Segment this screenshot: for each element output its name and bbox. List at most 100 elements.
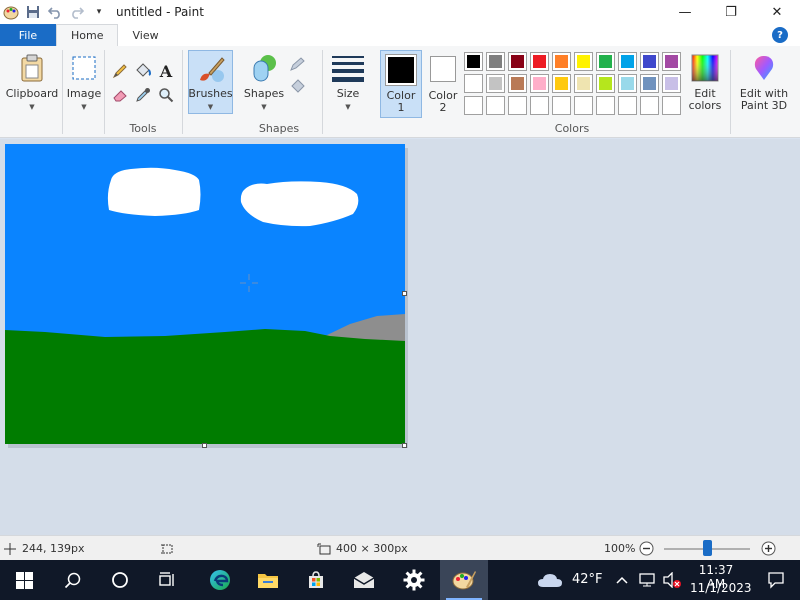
- zoom-level: 100%: [604, 542, 636, 555]
- palette-swatch-color: [555, 99, 568, 112]
- minimize-button[interactable]: —: [662, 0, 708, 24]
- settings-button[interactable]: [390, 560, 438, 600]
- edit-colors-button[interactable]: Edit colors: [684, 54, 726, 118]
- zoom-out-icon: [639, 541, 654, 556]
- zoom-in-button[interactable]: [761, 536, 776, 561]
- palette-swatch-color: [665, 55, 678, 68]
- close-button[interactable]: ✕: [754, 0, 800, 24]
- folder-icon: [258, 574, 278, 588]
- palette-swatch[interactable]: [596, 96, 615, 115]
- shape-fill-icon[interactable]: [288, 76, 308, 96]
- palette-swatch-color: [577, 55, 590, 68]
- palette-swatch[interactable]: [486, 96, 505, 115]
- pencil-icon[interactable]: [110, 61, 130, 81]
- palette-swatch[interactable]: [530, 74, 549, 93]
- resize-handle-bottom[interactable]: [202, 443, 207, 448]
- help-icon[interactable]: ?: [772, 27, 788, 43]
- edit-colors-line2: colors: [688, 99, 722, 112]
- cortana-button[interactable]: [96, 560, 144, 600]
- save-icon[interactable]: [22, 0, 44, 24]
- start-button[interactable]: [0, 560, 48, 600]
- zoom-slider-thumb[interactable]: [703, 540, 712, 556]
- task-view-button[interactable]: [144, 560, 192, 600]
- shapes-button[interactable]: Shapes ▼: [242, 52, 286, 116]
- outline-icon[interactable]: [288, 54, 308, 74]
- palette-swatch[interactable]: [464, 52, 483, 71]
- size-button[interactable]: Size ▼: [328, 52, 368, 116]
- maximize-button[interactable]: ❐: [708, 0, 754, 24]
- paint-app-icon[interactable]: [0, 0, 22, 24]
- palette-swatch[interactable]: [618, 74, 637, 93]
- palette-swatch-color: [467, 55, 480, 68]
- palette-swatch[interactable]: [662, 96, 681, 115]
- brushes-button[interactable]: Brushes ▼: [188, 50, 233, 114]
- redo-icon[interactable]: [66, 0, 88, 24]
- clock-date[interactable]: 11/1/2023: [690, 581, 752, 595]
- color1-button[interactable]: Color 1: [380, 50, 422, 118]
- resize-handle-right[interactable]: [402, 291, 407, 296]
- palette-swatch-color: [643, 77, 656, 90]
- palette-swatch[interactable]: [508, 96, 527, 115]
- tab-home[interactable]: Home: [56, 24, 119, 46]
- line-size-icon: [332, 52, 364, 84]
- action-center-button[interactable]: [752, 560, 800, 600]
- clipboard-button[interactable]: Clipboard ▼: [4, 52, 60, 136]
- fill-bucket-icon[interactable]: [133, 61, 153, 81]
- volume-button[interactable]: [660, 560, 684, 600]
- palette-swatch[interactable]: [640, 74, 659, 93]
- palette-swatch[interactable]: [618, 96, 637, 115]
- palette-swatch[interactable]: [618, 52, 637, 71]
- separator: [730, 50, 731, 134]
- color2-swatch-frame: [430, 56, 456, 82]
- search-button[interactable]: [48, 560, 96, 600]
- tab-file[interactable]: File: [0, 24, 56, 46]
- zoom-out-button[interactable]: [639, 536, 654, 561]
- palette-swatch[interactable]: [596, 74, 615, 93]
- edge-browser-button[interactable]: [196, 560, 244, 600]
- text-tool-icon[interactable]: A: [156, 61, 176, 81]
- palette-swatch-color: [489, 99, 502, 112]
- chevron-up-icon: [616, 576, 628, 584]
- palette-swatch[interactable]: [574, 96, 593, 115]
- weather-button[interactable]: [533, 560, 567, 600]
- palette-swatch[interactable]: [530, 96, 549, 115]
- tab-view[interactable]: View: [118, 24, 172, 46]
- color-picker-icon[interactable]: [133, 85, 153, 105]
- network-button[interactable]: [636, 560, 658, 600]
- palette-swatch[interactable]: [662, 52, 681, 71]
- resize-handle-corner[interactable]: [402, 443, 407, 448]
- palette-swatch[interactable]: [640, 52, 659, 71]
- edit-with-paint3d-button[interactable]: Edit with Paint 3D: [734, 54, 794, 118]
- palette-swatch[interactable]: [552, 52, 571, 71]
- color1-swatch-frame: [385, 54, 417, 86]
- palette-swatch[interactable]: [530, 52, 549, 71]
- magnifier-icon[interactable]: [156, 85, 176, 105]
- palette-swatch[interactable]: [552, 96, 571, 115]
- palette-swatch[interactable]: [486, 52, 505, 71]
- palette-swatch[interactable]: [552, 74, 571, 93]
- drawing-canvas[interactable]: [5, 144, 405, 444]
- color2-button[interactable]: Color 2: [424, 54, 462, 118]
- palette-swatch[interactable]: [662, 74, 681, 93]
- palette-swatch[interactable]: [640, 96, 659, 115]
- palette-swatch[interactable]: [508, 52, 527, 71]
- image-button[interactable]: Image ▼: [64, 52, 104, 136]
- color2-swatch: [433, 59, 453, 79]
- palette-swatch[interactable]: [464, 74, 483, 93]
- show-hidden-icons-button[interactable]: [612, 560, 632, 600]
- palette-swatch-color: [665, 99, 678, 112]
- palette-swatch[interactable]: [574, 74, 593, 93]
- eraser-icon[interactable]: [110, 85, 130, 105]
- customize-qat-icon[interactable]: ▾: [88, 0, 110, 24]
- palette-swatch[interactable]: [464, 96, 483, 115]
- store-button[interactable]: [292, 560, 340, 600]
- palette-swatch[interactable]: [508, 74, 527, 93]
- palette-swatch[interactable]: [486, 74, 505, 93]
- color-spectrum-icon: [691, 54, 719, 82]
- file-explorer-button[interactable]: [244, 560, 292, 600]
- undo-icon[interactable]: [44, 0, 66, 24]
- palette-swatch[interactable]: [596, 52, 615, 71]
- palette-swatch[interactable]: [574, 52, 593, 71]
- paint-taskbar-button[interactable]: [440, 560, 488, 600]
- mail-button[interactable]: [340, 560, 388, 600]
